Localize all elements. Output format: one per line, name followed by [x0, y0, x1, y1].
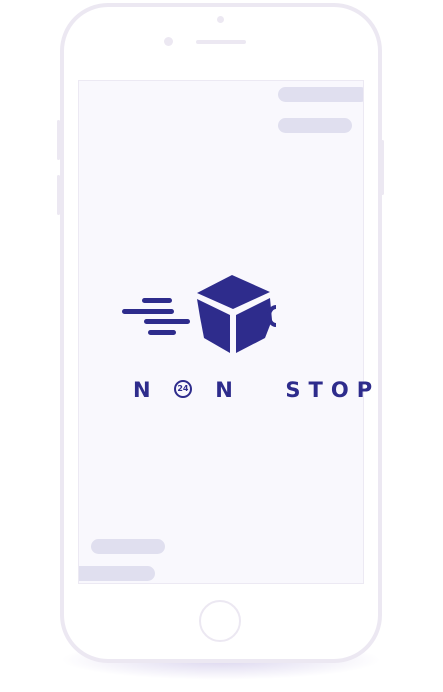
brand-letter: N [215, 378, 241, 402]
delivery-box-icon [122, 275, 277, 353]
motion-lines-icon [122, 298, 190, 335]
placeholder-bar [91, 539, 165, 554]
brand-letter: N [133, 378, 159, 402]
home-button[interactable] [199, 600, 241, 642]
brand-wordmark: N 24 N STOP [133, 377, 372, 405]
earpiece-speaker [196, 40, 246, 44]
placeholder-bar [79, 566, 155, 581]
proximity-sensor [217, 16, 224, 23]
badge-24-icon: 24 [173, 380, 192, 398]
brand-word-stop: STOP [285, 378, 381, 402]
side-button [57, 175, 60, 215]
front-camera [164, 37, 173, 46]
placeholder-bar [278, 118, 352, 133]
placeholder-bar [278, 87, 363, 102]
side-button [381, 140, 384, 195]
side-button [57, 120, 60, 160]
